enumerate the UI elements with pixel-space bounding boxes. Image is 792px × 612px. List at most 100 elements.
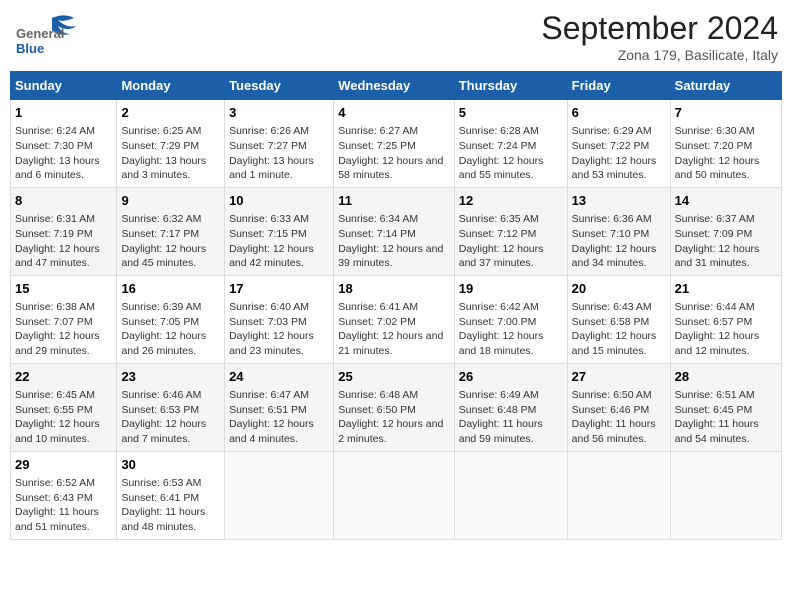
day-number: 20 [572, 280, 666, 298]
calendar-cell [334, 451, 455, 539]
day-number: 6 [572, 104, 666, 122]
day-number: 28 [675, 368, 777, 386]
calendar-week-row: 8 Sunrise: 6:31 AM Sunset: 7:19 PM Dayli… [11, 187, 782, 275]
day-number: 3 [229, 104, 329, 122]
day-number: 26 [459, 368, 563, 386]
day-number: 30 [121, 456, 220, 474]
day-info: Sunrise: 6:47 AM Sunset: 6:51 PM Dayligh… [229, 388, 329, 447]
day-info: Sunrise: 6:48 AM Sunset: 6:50 PM Dayligh… [338, 388, 450, 447]
day-info: Sunrise: 6:25 AM Sunset: 7:29 PM Dayligh… [121, 124, 220, 183]
day-info: Sunrise: 6:46 AM Sunset: 6:53 PM Dayligh… [121, 388, 220, 447]
calendar-cell: 3 Sunrise: 6:26 AM Sunset: 7:27 PM Dayli… [225, 100, 334, 188]
day-number: 24 [229, 368, 329, 386]
svg-text:Blue: Blue [16, 41, 44, 56]
day-info: Sunrise: 6:27 AM Sunset: 7:25 PM Dayligh… [338, 124, 450, 183]
day-number: 19 [459, 280, 563, 298]
calendar-table: Sunday Monday Tuesday Wednesday Thursday… [10, 71, 782, 540]
calendar-cell: 14 Sunrise: 6:37 AM Sunset: 7:09 PM Dayl… [670, 187, 781, 275]
calendar-cell: 20 Sunrise: 6:43 AM Sunset: 6:58 PM Dayl… [567, 275, 670, 363]
day-info: Sunrise: 6:50 AM Sunset: 6:46 PM Dayligh… [572, 388, 666, 447]
day-number: 12 [459, 192, 563, 210]
day-number: 29 [15, 456, 112, 474]
day-number: 14 [675, 192, 777, 210]
calendar-cell: 21 Sunrise: 6:44 AM Sunset: 6:57 PM Dayl… [670, 275, 781, 363]
day-number: 21 [675, 280, 777, 298]
location: Zona 179, Basilicate, Italy [541, 47, 778, 63]
day-number: 4 [338, 104, 450, 122]
calendar-cell: 13 Sunrise: 6:36 AM Sunset: 7:10 PM Dayl… [567, 187, 670, 275]
day-info: Sunrise: 6:34 AM Sunset: 7:14 PM Dayligh… [338, 212, 450, 271]
calendar-cell: 28 Sunrise: 6:51 AM Sunset: 6:45 PM Dayl… [670, 363, 781, 451]
day-info: Sunrise: 6:37 AM Sunset: 7:09 PM Dayligh… [675, 212, 777, 271]
day-number: 27 [572, 368, 666, 386]
day-number: 5 [459, 104, 563, 122]
svg-text:General: General [16, 26, 64, 41]
day-info: Sunrise: 6:51 AM Sunset: 6:45 PM Dayligh… [675, 388, 777, 447]
calendar-week-row: 1 Sunrise: 6:24 AM Sunset: 7:30 PM Dayli… [11, 100, 782, 188]
calendar-cell: 24 Sunrise: 6:47 AM Sunset: 6:51 PM Dayl… [225, 363, 334, 451]
col-sunday: Sunday [11, 72, 117, 100]
day-info: Sunrise: 6:39 AM Sunset: 7:05 PM Dayligh… [121, 300, 220, 359]
day-info: Sunrise: 6:26 AM Sunset: 7:27 PM Dayligh… [229, 124, 329, 183]
col-thursday: Thursday [454, 72, 567, 100]
day-number: 23 [121, 368, 220, 386]
day-info: Sunrise: 6:44 AM Sunset: 6:57 PM Dayligh… [675, 300, 777, 359]
calendar-cell [567, 451, 670, 539]
col-tuesday: Tuesday [225, 72, 334, 100]
day-info: Sunrise: 6:38 AM Sunset: 7:07 PM Dayligh… [15, 300, 112, 359]
calendar-cell: 5 Sunrise: 6:28 AM Sunset: 7:24 PM Dayli… [454, 100, 567, 188]
calendar-cell: 22 Sunrise: 6:45 AM Sunset: 6:55 PM Dayl… [11, 363, 117, 451]
calendar-cell: 27 Sunrise: 6:50 AM Sunset: 6:46 PM Dayl… [567, 363, 670, 451]
calendar-header-row: Sunday Monday Tuesday Wednesday Thursday… [11, 72, 782, 100]
day-info: Sunrise: 6:30 AM Sunset: 7:20 PM Dayligh… [675, 124, 777, 183]
day-number: 13 [572, 192, 666, 210]
col-saturday: Saturday [670, 72, 781, 100]
day-info: Sunrise: 6:40 AM Sunset: 7:03 PM Dayligh… [229, 300, 329, 359]
day-number: 9 [121, 192, 220, 210]
col-monday: Monday [117, 72, 225, 100]
calendar-cell: 25 Sunrise: 6:48 AM Sunset: 6:50 PM Dayl… [334, 363, 455, 451]
calendar-week-row: 29 Sunrise: 6:52 AM Sunset: 6:43 PM Dayl… [11, 451, 782, 539]
calendar-cell: 12 Sunrise: 6:35 AM Sunset: 7:12 PM Dayl… [454, 187, 567, 275]
page-header: General Blue September 2024 Zona 179, Ba… [10, 10, 782, 63]
logo: General Blue [14, 10, 89, 58]
calendar-cell: 11 Sunrise: 6:34 AM Sunset: 7:14 PM Dayl… [334, 187, 455, 275]
day-number: 22 [15, 368, 112, 386]
calendar-cell: 10 Sunrise: 6:33 AM Sunset: 7:15 PM Dayl… [225, 187, 334, 275]
day-number: 16 [121, 280, 220, 298]
calendar-cell: 9 Sunrise: 6:32 AM Sunset: 7:17 PM Dayli… [117, 187, 225, 275]
day-info: Sunrise: 6:24 AM Sunset: 7:30 PM Dayligh… [15, 124, 112, 183]
calendar-cell: 19 Sunrise: 6:42 AM Sunset: 7:00 PM Dayl… [454, 275, 567, 363]
day-info: Sunrise: 6:33 AM Sunset: 7:15 PM Dayligh… [229, 212, 329, 271]
calendar-cell: 15 Sunrise: 6:38 AM Sunset: 7:07 PM Dayl… [11, 275, 117, 363]
logo-svg: General Blue [14, 10, 89, 58]
day-number: 2 [121, 104, 220, 122]
day-number: 1 [15, 104, 112, 122]
calendar-cell [454, 451, 567, 539]
day-info: Sunrise: 6:45 AM Sunset: 6:55 PM Dayligh… [15, 388, 112, 447]
title-block: September 2024 Zona 179, Basilicate, Ita… [541, 10, 778, 63]
day-number: 15 [15, 280, 112, 298]
calendar-cell: 4 Sunrise: 6:27 AM Sunset: 7:25 PM Dayli… [334, 100, 455, 188]
month-title: September 2024 [541, 10, 778, 47]
day-number: 17 [229, 280, 329, 298]
day-info: Sunrise: 6:29 AM Sunset: 7:22 PM Dayligh… [572, 124, 666, 183]
calendar-cell: 1 Sunrise: 6:24 AM Sunset: 7:30 PM Dayli… [11, 100, 117, 188]
calendar-cell: 29 Sunrise: 6:52 AM Sunset: 6:43 PM Dayl… [11, 451, 117, 539]
calendar-cell [670, 451, 781, 539]
day-number: 8 [15, 192, 112, 210]
calendar-cell: 17 Sunrise: 6:40 AM Sunset: 7:03 PM Dayl… [225, 275, 334, 363]
calendar-cell: 7 Sunrise: 6:30 AM Sunset: 7:20 PM Dayli… [670, 100, 781, 188]
day-info: Sunrise: 6:53 AM Sunset: 6:41 PM Dayligh… [121, 476, 220, 535]
calendar-cell: 16 Sunrise: 6:39 AM Sunset: 7:05 PM Dayl… [117, 275, 225, 363]
day-number: 25 [338, 368, 450, 386]
calendar-cell [225, 451, 334, 539]
day-info: Sunrise: 6:32 AM Sunset: 7:17 PM Dayligh… [121, 212, 220, 271]
day-info: Sunrise: 6:49 AM Sunset: 6:48 PM Dayligh… [459, 388, 563, 447]
calendar-cell: 6 Sunrise: 6:29 AM Sunset: 7:22 PM Dayli… [567, 100, 670, 188]
calendar-cell: 30 Sunrise: 6:53 AM Sunset: 6:41 PM Dayl… [117, 451, 225, 539]
day-info: Sunrise: 6:31 AM Sunset: 7:19 PM Dayligh… [15, 212, 112, 271]
day-info: Sunrise: 6:43 AM Sunset: 6:58 PM Dayligh… [572, 300, 666, 359]
col-friday: Friday [567, 72, 670, 100]
calendar-cell: 2 Sunrise: 6:25 AM Sunset: 7:29 PM Dayli… [117, 100, 225, 188]
